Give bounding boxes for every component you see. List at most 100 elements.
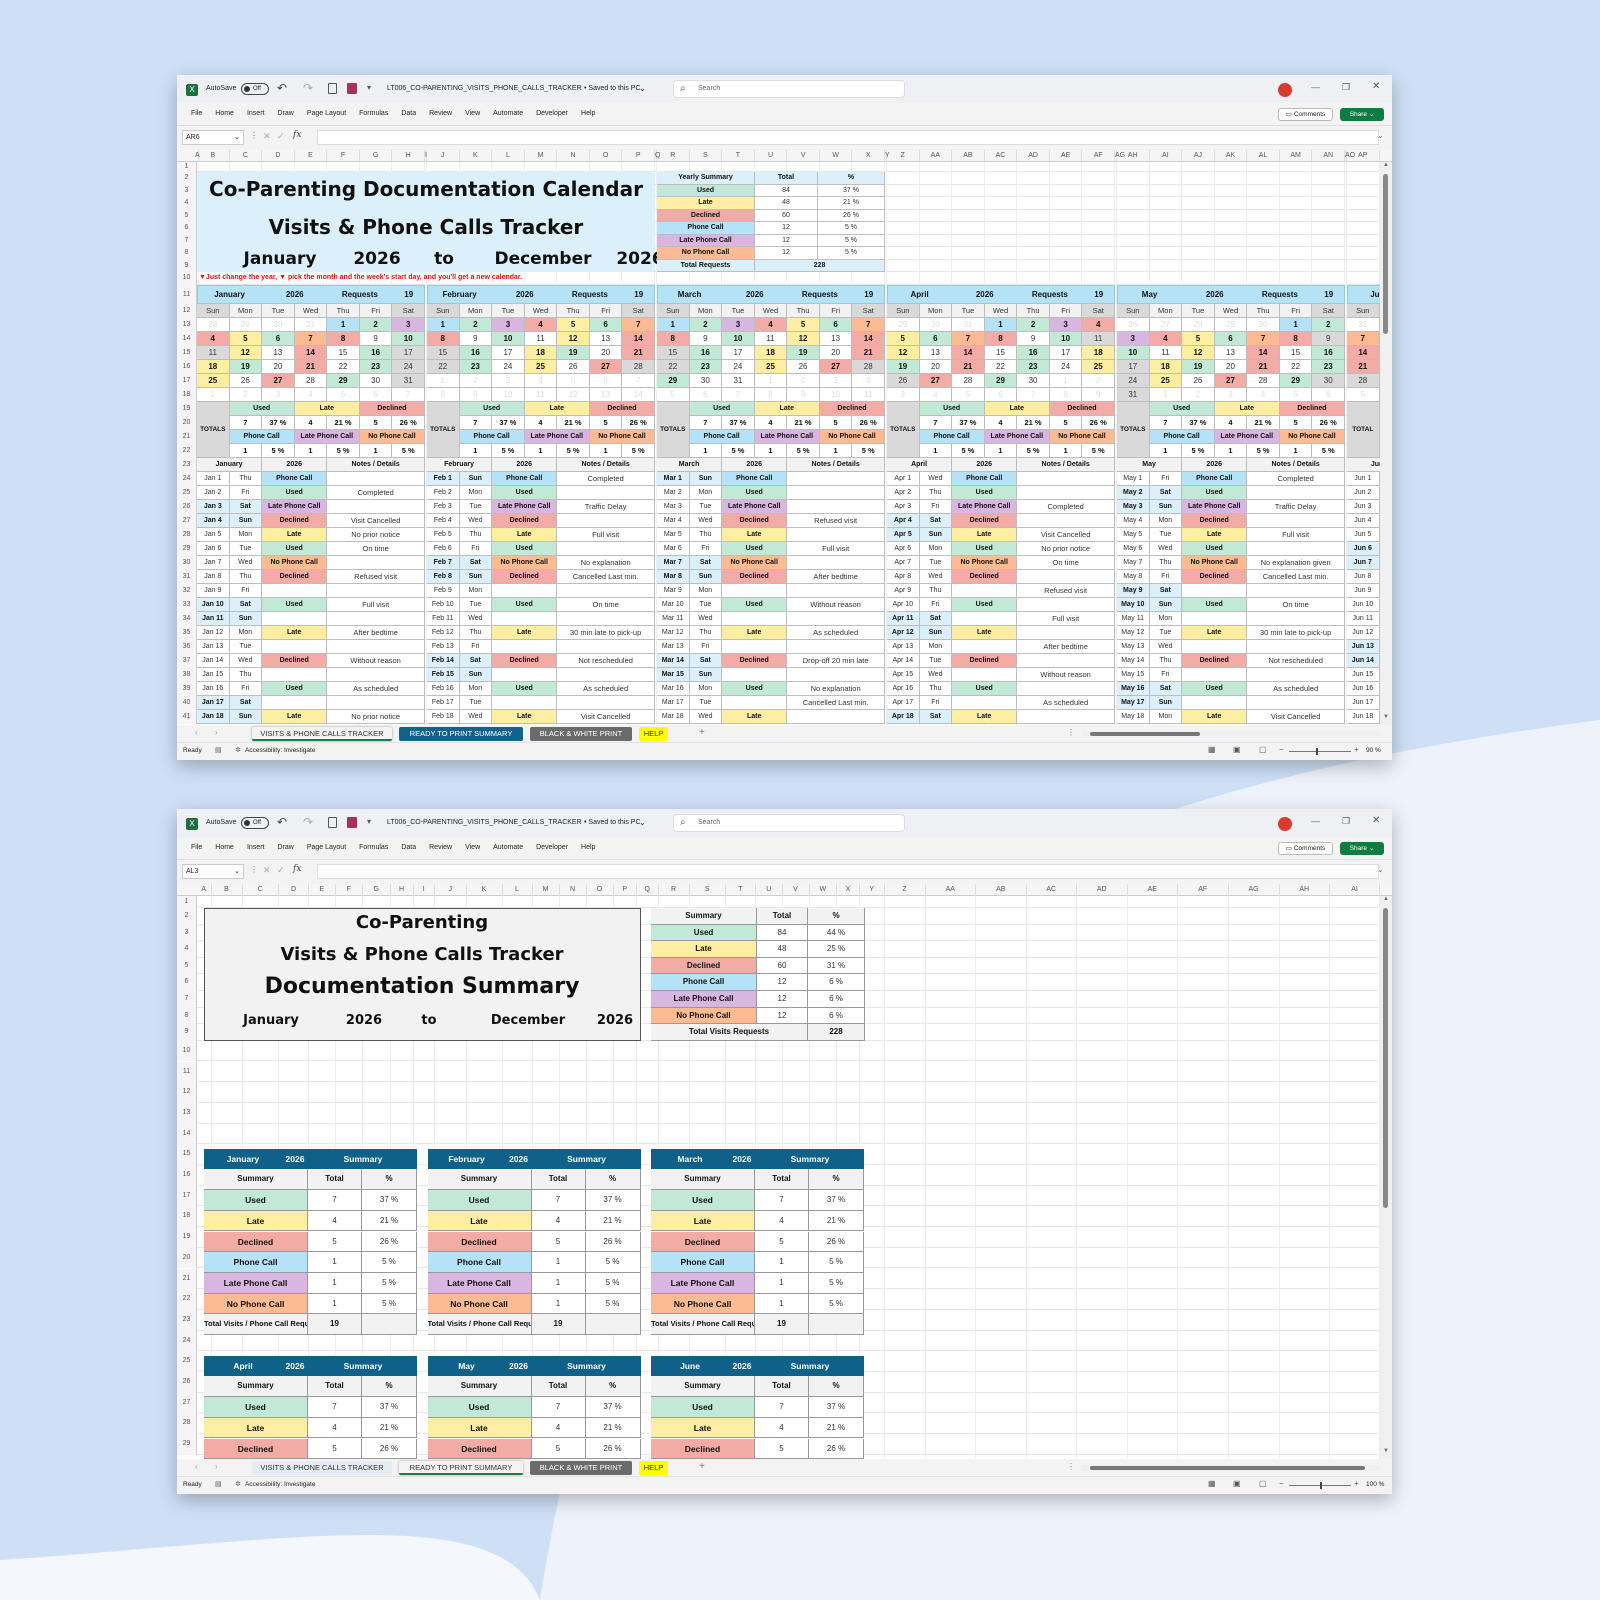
normal-view-icon[interactable]: ▦: [1208, 745, 1216, 754]
row-header[interactable]: 27: [177, 1393, 197, 1414]
scroll-down-icon[interactable]: ▼: [1383, 714, 1389, 720]
entry-notes[interactable]: Full visit: [557, 528, 655, 542]
row-header[interactable]: 18: [177, 1206, 197, 1227]
column-header-a[interactable]: A: [197, 884, 212, 896]
column-header-z[interactable]: Z: [887, 150, 920, 162]
column-header-ab[interactable]: AB: [952, 150, 985, 162]
column-header-ag[interactable]: AG: [1229, 884, 1280, 896]
menu-home[interactable]: Home: [215, 110, 234, 117]
menu-formulas[interactable]: Formulas: [359, 844, 388, 851]
horizontal-scroll-thumb[interactable]: [1090, 1466, 1365, 1470]
entry-notes[interactable]: [557, 612, 655, 626]
column-header-k[interactable]: K: [467, 884, 503, 896]
entry-notes[interactable]: As scheduled: [1017, 696, 1115, 710]
entry-notes[interactable]: [557, 584, 655, 598]
menu-page-layout[interactable]: Page Layout: [307, 844, 346, 851]
entry-notes[interactable]: No explanation: [557, 556, 655, 570]
page-break-view-icon[interactable]: ▢: [1259, 1479, 1267, 1488]
formula-expand-icon[interactable]: ⌄: [1377, 131, 1384, 140]
entry-notes[interactable]: Cancelled Last min.: [1247, 570, 1345, 584]
row-header[interactable]: 13: [177, 1103, 197, 1124]
entry-status[interactable]: Phone Call: [1182, 472, 1247, 486]
entry-notes[interactable]: [1247, 542, 1345, 556]
entry-notes[interactable]: [1017, 682, 1115, 696]
horizontal-scroll-thumb[interactable]: [1090, 732, 1200, 736]
entry-status[interactable]: [722, 584, 787, 598]
add-sheet-icon[interactable]: +: [699, 1461, 705, 1472]
file-chevron-icon[interactable]: ⌄: [639, 84, 646, 93]
vertical-scrollbar[interactable]: ▲▼: [1380, 162, 1392, 725]
column-header-ak[interactable]: AK: [1215, 150, 1248, 162]
entry-notes[interactable]: Full visit: [1017, 612, 1115, 626]
entry-status[interactable]: [1182, 696, 1247, 710]
entry-status[interactable]: No Phone Call: [1182, 556, 1247, 570]
entry-status[interactable]: No Phone Call: [262, 556, 327, 570]
row-header[interactable]: 38: [177, 668, 197, 682]
entry-status[interactable]: [262, 612, 327, 626]
entry-notes[interactable]: Full visit: [787, 542, 885, 556]
row-header[interactable]: 15: [177, 346, 197, 360]
entry-status[interactable]: [722, 612, 787, 626]
column-header-aa[interactable]: AA: [920, 150, 953, 162]
entry-notes[interactable]: [1017, 626, 1115, 640]
row-header[interactable]: 7: [177, 235, 197, 248]
name-box[interactable]: AR6⌄: [182, 130, 244, 145]
row-header[interactable]: 1: [177, 162, 197, 172]
entry-status[interactable]: Late Phone Call: [1182, 500, 1247, 514]
entry-notes[interactable]: No explanation given: [1247, 556, 1345, 570]
column-header-g[interactable]: G: [360, 150, 393, 162]
row-header[interactable]: 25: [177, 1351, 197, 1372]
search-box[interactable]: ⌕Search: [673, 814, 905, 832]
save-icon[interactable]: [347, 817, 357, 828]
row-header[interactable]: 36: [177, 640, 197, 654]
customize-icon[interactable]: ▾: [367, 817, 371, 826]
column-header-j[interactable]: J: [427, 150, 460, 162]
entry-status[interactable]: Phone Call: [722, 472, 787, 486]
menu-developer[interactable]: Developer: [536, 844, 568, 851]
sheet-tab-bw-print[interactable]: BLACK & WHITE PRINT: [530, 1461, 632, 1475]
row-header[interactable]: 21: [177, 1269, 197, 1290]
entry-status[interactable]: Declined: [952, 654, 1017, 668]
entry-notes[interactable]: [1247, 612, 1345, 626]
restore-icon[interactable]: ❐: [1342, 82, 1350, 93]
entry-status[interactable]: Late: [1182, 528, 1247, 542]
sheet-tab-help[interactable]: HELP: [639, 727, 668, 741]
entry-notes[interactable]: Completed: [1247, 472, 1345, 486]
accessibility-icon[interactable]: ✲: [235, 1480, 241, 1488]
entry-notes[interactable]: Not rescheduled: [1247, 654, 1345, 668]
entry-notes[interactable]: Cancelled Last min.: [557, 570, 655, 584]
row-header[interactable]: 17: [177, 374, 197, 388]
entry-status[interactable]: Late: [952, 528, 1017, 542]
row-header[interactable]: 40: [177, 696, 197, 710]
entry-status[interactable]: Late: [492, 710, 557, 724]
entry-notes[interactable]: [327, 556, 425, 570]
entry-status[interactable]: [1182, 584, 1247, 598]
new-file-icon[interactable]: [328, 817, 337, 828]
user-avatar[interactable]: [1278, 83, 1292, 97]
entry-status[interactable]: Used: [722, 486, 787, 500]
row-header[interactable]: 18: [177, 388, 197, 402]
column-header-v[interactable]: V: [787, 150, 820, 162]
column-header-y[interactable]: Y: [860, 884, 885, 896]
entry-status[interactable]: Used: [492, 598, 557, 612]
row-header[interactable]: 7: [177, 991, 197, 1008]
entry-status[interactable]: Late: [722, 528, 787, 542]
row-header[interactable]: 14: [177, 332, 197, 346]
save-icon[interactable]: [347, 83, 357, 94]
entry-notes[interactable]: Refused visit: [327, 570, 425, 584]
entry-status[interactable]: Late: [1182, 626, 1247, 640]
column-header-e[interactable]: E: [295, 150, 328, 162]
entry-notes[interactable]: [1247, 640, 1345, 654]
entry-status[interactable]: Late: [262, 626, 327, 640]
entry-status[interactable]: [1182, 612, 1247, 626]
row-header[interactable]: 25: [177, 486, 197, 500]
column-header-aa[interactable]: AA: [926, 884, 977, 896]
entry-status[interactable]: [262, 640, 327, 654]
share-button[interactable]: Share ⌄: [1340, 842, 1384, 855]
entry-notes[interactable]: No explanation: [787, 682, 885, 696]
entry-status[interactable]: Used: [1182, 486, 1247, 500]
entry-status[interactable]: [952, 696, 1017, 710]
column-header-t[interactable]: T: [726, 884, 756, 896]
page-layout-view-icon[interactable]: ▣: [1233, 1479, 1241, 1488]
sheet-tab-bw-print[interactable]: BLACK & WHITE PRINT: [530, 727, 632, 741]
